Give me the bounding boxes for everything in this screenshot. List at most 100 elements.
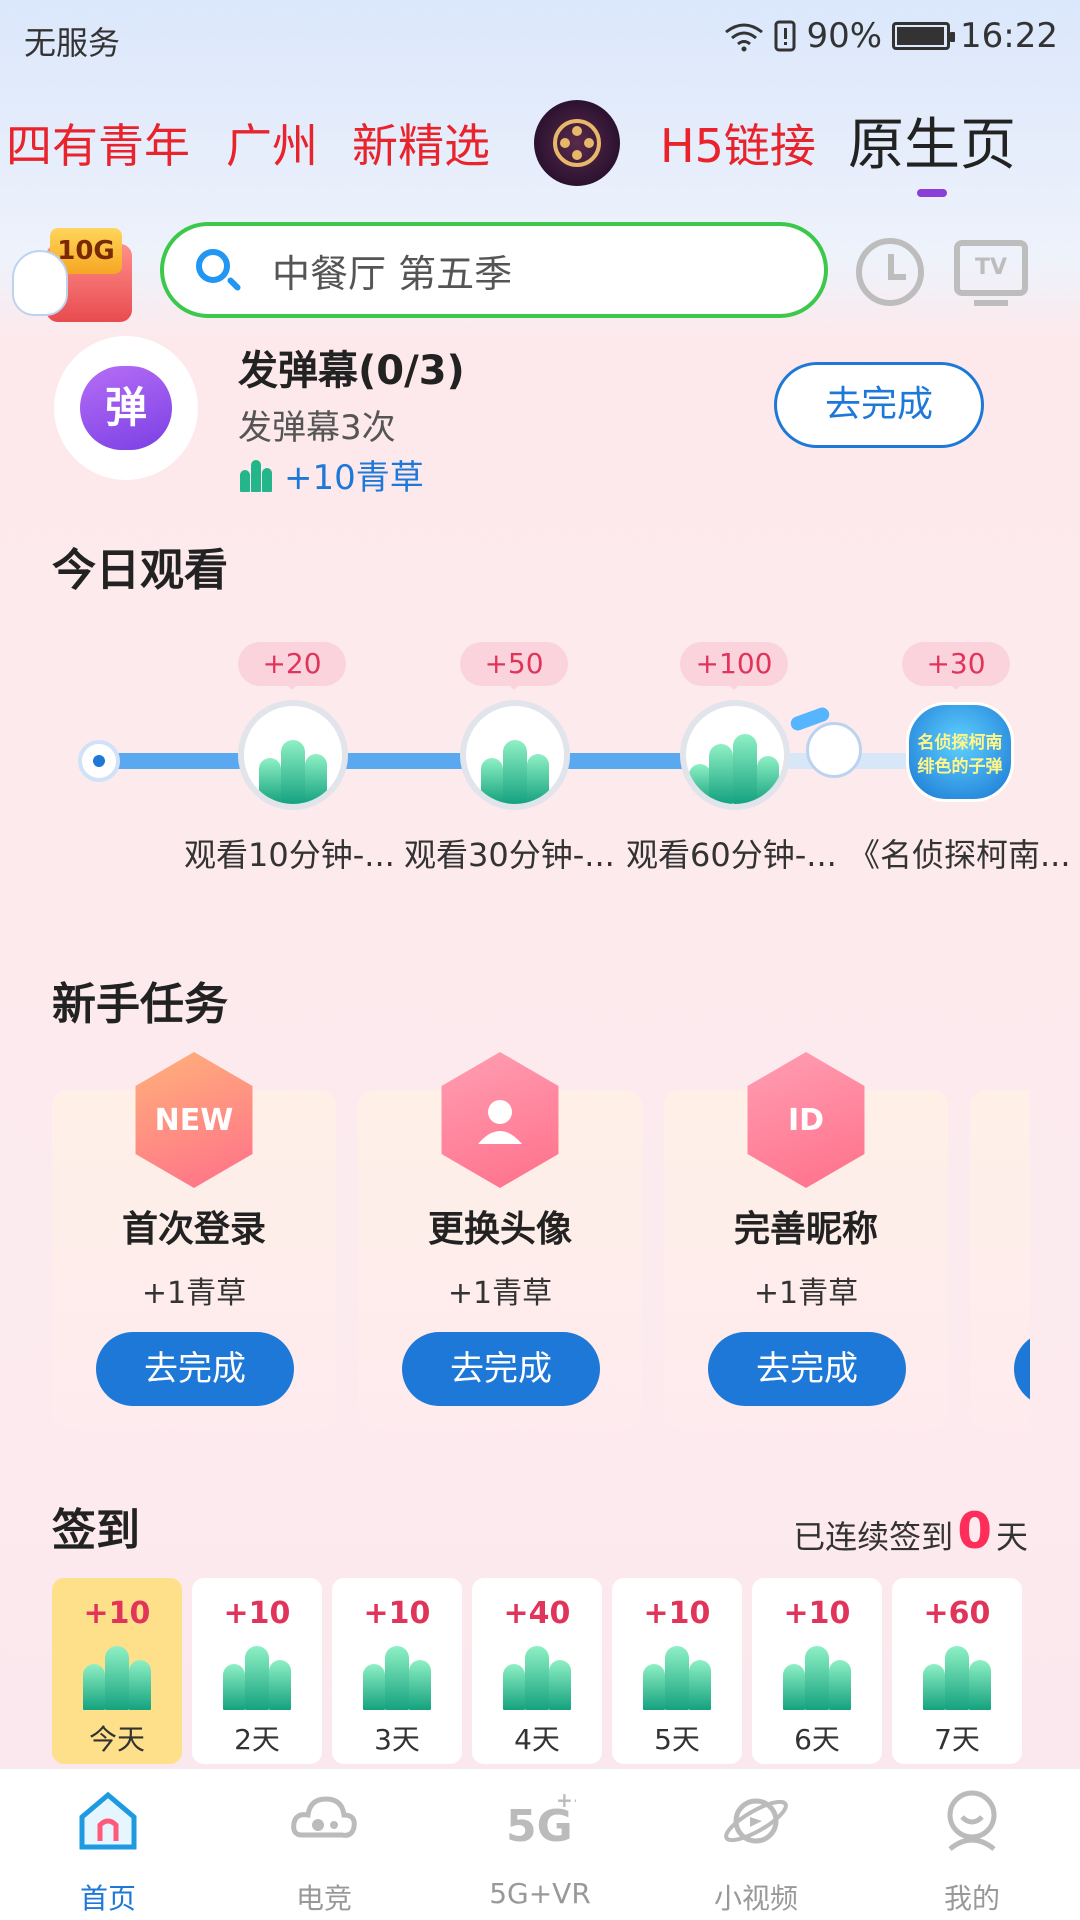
sign-in-day-reward: +10: [83, 1596, 151, 1631]
sign-in-day-card[interactable]: +10 3天: [332, 1578, 462, 1764]
nav-profile-label: 我的: [943, 1882, 1000, 1915]
tab-siyouqingnian[interactable]: 四有青年: [6, 110, 190, 176]
danmu-reward-label: +10青草: [284, 458, 424, 498]
active-tab-indicator: [917, 189, 947, 197]
channel-tabs: 四有青年 广州 新精选 H5链接 原生页: [0, 90, 1080, 197]
grass-icon: [238, 458, 274, 492]
film-reel-icon[interactable]: [534, 100, 620, 186]
battery-percent: 90%: [806, 16, 883, 56]
nav-5g-vr-label: 5G+VR: [489, 1877, 591, 1910]
milestone-badge: +100: [680, 642, 788, 690]
status-right: 90% 16:22: [724, 14, 1058, 58]
tab-h5-link[interactable]: H5链接: [660, 110, 816, 176]
status-bar: 无服务 90% 16:22: [0, 0, 1080, 75]
sim-alert-icon: [774, 20, 796, 52]
sign-in-day-card[interactable]: +10 今天: [52, 1578, 182, 1764]
5g-icon: 5G++: [506, 1788, 576, 1852]
gamepad-cloud-icon: [291, 1796, 357, 1838]
danmu-task-subtitle: 发弹幕3次: [238, 408, 396, 448]
milestone-label: 观看30分钟-...: [404, 836, 615, 874]
task-card-partial: [970, 1090, 1030, 1430]
home-icon: [79, 1791, 137, 1850]
gift-10g-icon[interactable]: 10G: [12, 216, 132, 322]
nav-5g-vr[interactable]: 5G++ 5G+VR: [432, 1769, 648, 1920]
milestone-badge: +20: [238, 642, 346, 690]
search-placeholder: 中餐厅 第五季: [272, 251, 513, 296]
profile-icon: [947, 1790, 997, 1851]
sign-in-day-label: 6天: [794, 1723, 840, 1756]
grass-icon: [917, 1640, 997, 1710]
streak-prefix: 已连续签到: [793, 1518, 954, 1556]
task-reward: +1青草: [447, 1276, 553, 1311]
grass-icon: [77, 1640, 157, 1710]
conan-movie-poster[interactable]: 名侦探柯南 绯色的子弹: [906, 702, 1014, 802]
milestone-grass-icon[interactable]: [680, 700, 790, 810]
sign-in-day-label: 5天: [654, 1723, 700, 1756]
progress-start-dot: [78, 740, 120, 782]
flying-bunny-mascot-icon: [788, 705, 870, 782]
history-clock-icon[interactable]: [856, 238, 924, 306]
sign-in-day-reward: +10: [783, 1596, 851, 1631]
danmu-task-title: 发弹幕(0/3): [238, 348, 465, 394]
task-reward: +1青草: [141, 1276, 247, 1311]
tab-guangzhou[interactable]: 广州: [226, 110, 318, 176]
tv-icon[interactable]: TV: [954, 240, 1028, 306]
milestone-badge: +50: [460, 642, 568, 690]
sign-in-day-label: 2天: [234, 1723, 280, 1756]
milestone-label: 观看60分钟-...: [626, 836, 837, 874]
sign-in-day-reward: +10: [223, 1596, 291, 1631]
planet-icon: [724, 1798, 788, 1844]
sign-in-day-reward: +10: [643, 1596, 711, 1631]
sign-in-day-card[interactable]: +10 2天: [192, 1578, 322, 1764]
sign-in-day-card[interactable]: +40 4天: [472, 1578, 602, 1764]
change-avatar-complete-button[interactable]: 去完成: [402, 1332, 600, 1406]
danmu-complete-button[interactable]: 去完成: [774, 362, 984, 448]
grass-icon: [637, 1640, 717, 1710]
grass-icon: [497, 1640, 577, 1710]
tab-native-page-label: 原生页: [848, 113, 1016, 178]
danmu-task-reward: +10青草: [238, 450, 424, 499]
grass-icon: [217, 1640, 297, 1710]
sign-in-day-card[interactable]: +10 6天: [752, 1578, 882, 1764]
sign-in-day-card[interactable]: +10 5天: [612, 1578, 742, 1764]
clock-time: 16:22: [960, 16, 1058, 56]
tab-xinjingxuan[interactable]: 新精选: [352, 110, 490, 176]
bottom-nav: 首页 电竞 5G++ 5G+VR 小视频 我的: [0, 1768, 1080, 1920]
sign-in-day-card[interactable]: +60 7天: [892, 1578, 1022, 1764]
milestone-badge: +30: [902, 642, 1010, 690]
grass-icon: [777, 1640, 857, 1710]
nickname-complete-button[interactable]: 去完成: [708, 1332, 906, 1406]
tab-native-page[interactable]: 原生页: [848, 100, 1016, 197]
nav-home[interactable]: 首页: [0, 1769, 216, 1920]
nav-esports-label: 电竞: [295, 1882, 352, 1915]
first-login-complete-button[interactable]: 去完成: [96, 1332, 294, 1406]
battery-icon: [892, 22, 956, 50]
sign-in-day-label: 3天: [374, 1723, 420, 1756]
milestone-label: 观看10分钟-...: [184, 836, 395, 874]
sign-in-day-label: 今天: [88, 1723, 145, 1756]
carrier-label: 无服务: [24, 24, 121, 62]
task-reward: +1青草: [753, 1276, 859, 1311]
nav-esports[interactable]: 电竞: [216, 1769, 432, 1920]
sign-in-day-reward: +10: [363, 1596, 431, 1631]
partial-complete-button[interactable]: [1014, 1332, 1030, 1406]
task-name: 完善昵称: [733, 1209, 878, 1250]
nav-home-label: 首页: [79, 1882, 136, 1915]
milestone-grass-icon[interactable]: [238, 700, 348, 810]
grass-icon: [357, 1640, 437, 1710]
id-nickname-icon: ID: [738, 1052, 874, 1188]
svg-text:++: ++: [556, 1788, 576, 1812]
streak-count: 0: [957, 1502, 992, 1560]
search-bar[interactable]: 中餐厅 第五季: [160, 222, 828, 318]
sign-in-streak: 已连续签到 0 天: [793, 1502, 1028, 1560]
danmu-bubble-icon: 弹: [80, 366, 172, 450]
newbie-tasks-title: 新手任务: [52, 979, 228, 1030]
milestone-grass-icon[interactable]: [460, 700, 570, 810]
nav-short-video-label: 小视频: [713, 1882, 798, 1915]
milestone-label: 《名侦探柯南...: [848, 836, 1071, 874]
sign-in-day-label: 7天: [934, 1723, 980, 1756]
nav-profile[interactable]: 我的: [864, 1769, 1080, 1920]
nav-short-video[interactable]: 小视频: [648, 1769, 864, 1920]
wifi-icon: [725, 23, 764, 52]
streak-suffix: 天: [995, 1518, 1028, 1556]
